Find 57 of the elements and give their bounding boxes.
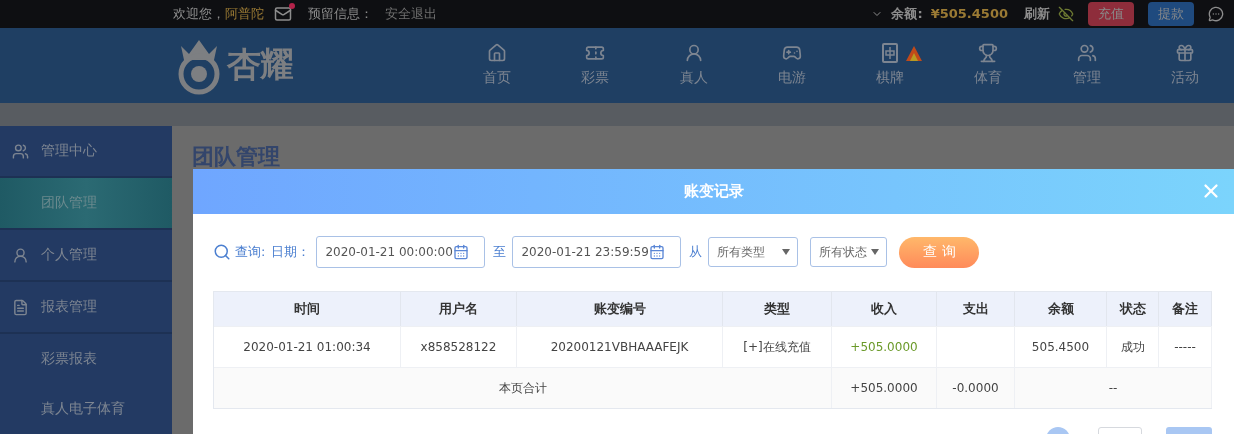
sidebar-item[interactable]: 团队管理 — [0, 178, 172, 230]
logo-text: 杏耀 — [227, 43, 293, 87]
nav-item[interactable]: 棋牌 — [841, 43, 940, 88]
logout-link[interactable]: 安全退出 — [385, 4, 437, 23]
sidebar-item[interactable]: 真人电子体育 — [0, 384, 172, 434]
nav-item[interactable]: 活动 — [1135, 43, 1234, 88]
status-select[interactable]: 所有状态 — [810, 237, 888, 267]
end-date-field[interactable]: 2020-01-21 23:59:59 — [512, 236, 682, 268]
table-cell: [+]在线充值 — [723, 326, 832, 367]
table-cell: 2020-01-21 01:00:34 — [214, 326, 401, 367]
table-cell: +505.0000 — [832, 326, 937, 367]
sidebar-item[interactable]: 彩票报表 — [0, 334, 172, 384]
start-date-field[interactable]: 2020-01-21 00:00:00 — [316, 236, 486, 268]
column-header: 账变编号 — [517, 292, 723, 326]
total-expense: -0.0000 — [937, 367, 1015, 408]
balance-label: 余额: — [891, 4, 923, 23]
date-input[interactable]: 2020-01-21 00:00:00 — [325, 245, 454, 259]
table-cell: 505.4500 — [1015, 326, 1107, 367]
nav-item[interactable]: 真人 — [644, 43, 743, 88]
type-select[interactable]: 所有类型 — [708, 237, 799, 267]
username[interactable]: 阿普陀 — [225, 4, 264, 23]
page-title: 团队管理 — [192, 143, 281, 171]
column-header: 备注 — [1159, 292, 1212, 326]
query-button[interactable]: 查 询 — [899, 236, 980, 268]
column-header: 收入 — [832, 292, 937, 326]
refresh-link[interactable]: 刷新 — [1024, 4, 1050, 23]
greeting: 欢迎您， — [173, 4, 225, 23]
total-label: 本页合计 — [214, 367, 832, 408]
to-label: 至 — [493, 243, 507, 261]
table-cell: x858528122 — [401, 326, 517, 367]
nav-item[interactable]: 彩票 — [546, 43, 645, 88]
sidebar-group[interactable]: 报表管理 — [0, 282, 172, 334]
total-income: +505.0000 — [832, 367, 937, 408]
date-label: 日期： — [271, 243, 311, 261]
deposit-button[interactable]: 充值 — [1088, 1, 1134, 26]
column-header: 支出 — [937, 292, 1015, 326]
table-cell: 20200121VBHAAAFEJK — [517, 326, 723, 367]
sidebar-group[interactable]: 个人管理 — [0, 230, 172, 282]
column-header: 用户名 — [401, 292, 517, 326]
column-header: 状态 — [1107, 292, 1159, 326]
query-label: 查询: — [235, 243, 266, 261]
nav-item[interactable]: 电游 — [742, 43, 842, 88]
column-header: 类型 — [723, 292, 832, 326]
withdraw-button[interactable]: 提款 — [1148, 1, 1194, 26]
balance-amount: ¥505.4500 — [930, 6, 1008, 22]
from-label: 从 — [689, 243, 703, 261]
date-input[interactable]: 2020-01-21 23:59:59 — [521, 245, 650, 259]
column-header: 时间 — [214, 292, 401, 326]
nav-item[interactable]: 首页 — [448, 43, 547, 88]
nav-item[interactable]: 管理 — [1037, 43, 1136, 88]
table-cell: ----- — [1159, 326, 1212, 367]
column-header: 余额 — [1015, 292, 1107, 326]
modal-title: 账变记录 — [683, 182, 744, 201]
table-cell: 成功 — [1107, 326, 1159, 367]
total-rest: -- — [1015, 367, 1212, 408]
reserved-info-label: 预留信息： — [308, 4, 373, 23]
nav-item[interactable]: 体育 — [939, 43, 1038, 88]
